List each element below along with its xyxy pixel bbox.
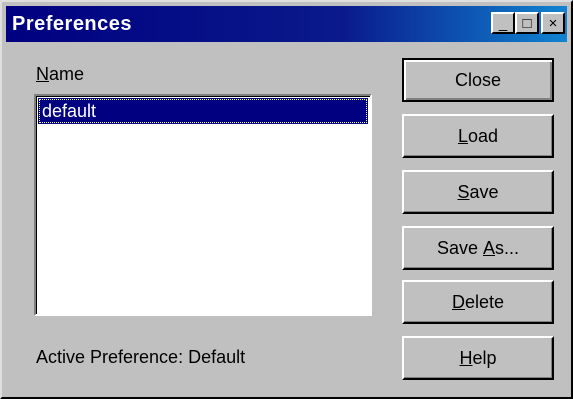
maximize-button[interactable]: □ (515, 12, 539, 34)
close-icon: × (548, 14, 558, 32)
save-button-label: ave (469, 181, 499, 202)
close-button-label: Close (454, 69, 502, 90)
list-item-default[interactable]: default (38, 98, 368, 124)
name-label-text: ame (49, 64, 85, 84)
title-bar-controls: _ □ × (491, 12, 565, 34)
minimize-button[interactable]: _ (491, 12, 515, 34)
close-button[interactable]: Close (402, 58, 554, 102)
help-button-mnemonic: H (459, 347, 473, 368)
save-button-mnemonic: S (457, 181, 470, 202)
load-button[interactable]: Load (402, 114, 554, 158)
save-as-button[interactable]: Save As... (402, 226, 554, 270)
preferences-list[interactable]: default (34, 94, 372, 316)
window-title: Preferences (12, 12, 133, 35)
maximize-icon: □ (522, 14, 532, 32)
save-as-button-label: s... (495, 237, 520, 258)
active-preference-status: Active Preference: Default (36, 347, 246, 367)
delete-button-label: elete (464, 291, 505, 312)
name-label-mnemonic: N (36, 64, 49, 84)
minimize-icon: _ (498, 14, 508, 32)
delete-button-mnemonic: D (451, 291, 465, 312)
load-button-mnemonic: L (457, 125, 468, 146)
save-as-button-prefix: Save (436, 237, 483, 258)
title-bar[interactable]: Preferences _ □ × (6, 6, 567, 42)
load-button-label: oad (467, 125, 499, 146)
save-button[interactable]: Save (402, 170, 554, 214)
help-button-label: elp (472, 347, 497, 368)
close-window-button[interactable]: × (541, 12, 565, 34)
preferences-dialog: Preferences _ □ × Name default Active Pr… (0, 0, 573, 399)
save-as-button-mnemonic: A (483, 237, 496, 258)
list-item-label: default (42, 101, 97, 121)
delete-button[interactable]: Delete (402, 280, 554, 324)
name-label: Name (36, 64, 84, 85)
help-button[interactable]: Help (402, 336, 554, 380)
